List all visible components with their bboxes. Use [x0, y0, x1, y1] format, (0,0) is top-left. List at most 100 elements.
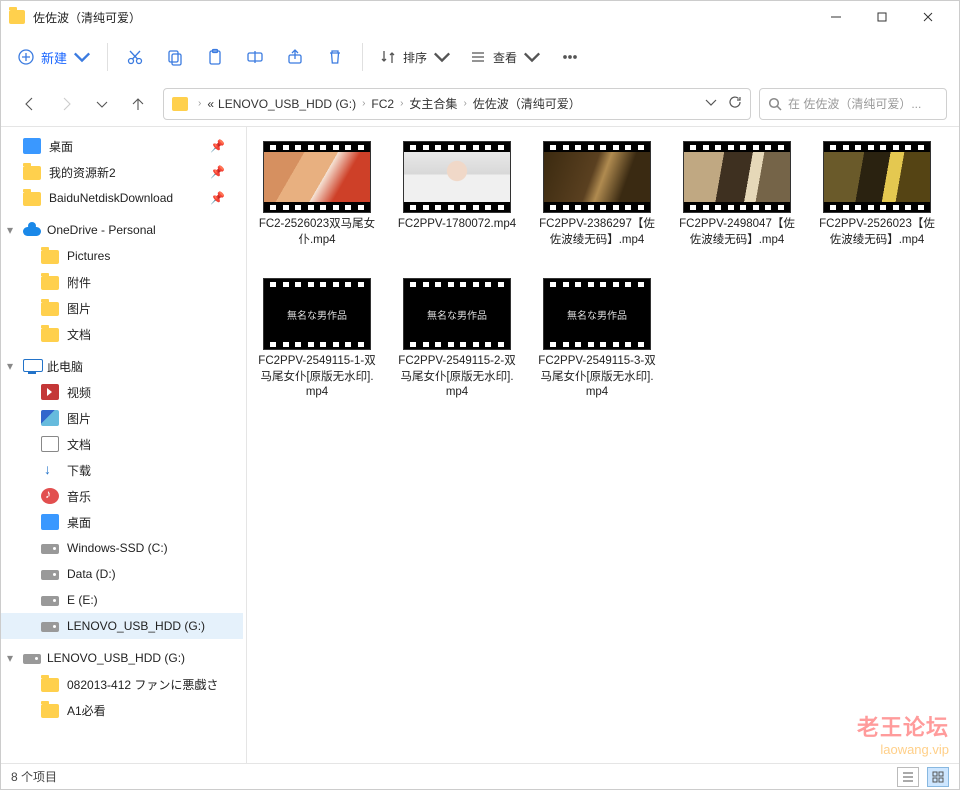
sidebar-item-label: BaiduNetdiskDownload — [49, 191, 173, 205]
sidebar-item[interactable]: 文档 — [1, 431, 243, 457]
file-item[interactable]: 無名な男作品FC2PPV-2549115-3-双马尾女仆[原版无水印].mp4 — [537, 278, 657, 401]
pin-icon: 📌 — [210, 139, 225, 153]
more-button[interactable] — [553, 40, 587, 74]
cloud-icon — [23, 222, 41, 238]
breadcrumb-sep: › — [461, 98, 468, 109]
file-item[interactable]: FC2PPV-2498047【佐佐波绫无码】.mp4 — [677, 141, 797, 248]
details-view-toggle[interactable] — [897, 767, 919, 787]
breadcrumb-item[interactable]: 女主合集 — [409, 95, 457, 112]
cut-button[interactable] — [118, 40, 152, 74]
sidebar-item[interactable]: 文档 — [1, 321, 243, 347]
doc-icon — [41, 436, 59, 452]
sidebar-item[interactable]: A1必看 — [1, 697, 243, 723]
sidebar-item[interactable]: BaiduNetdiskDownload📌 — [1, 185, 243, 211]
view-button[interactable]: 查看 — [463, 40, 547, 74]
file-item[interactable]: 無名な男作品FC2PPV-2549115-1-双马尾女仆[原版无水印].mp4 — [257, 278, 377, 401]
chevron-down-icon: ▾ — [7, 651, 17, 665]
pc-icon — [23, 358, 41, 374]
video-thumbnail — [543, 141, 651, 213]
sidebar-item-label: 文档 — [67, 436, 91, 453]
file-name: FC2PPV-2498047【佐佐波绫无码】.mp4 — [677, 217, 797, 248]
file-item[interactable]: FC2PPV-2526023【佐佐波绫无码】.mp4 — [817, 141, 937, 248]
address-bar[interactable]: › « LENOVO_USB_HDD (G:) › FC2 › 女主合集 › 佐… — [163, 88, 751, 120]
folder-icon — [23, 164, 41, 180]
forward-button[interactable] — [49, 87, 83, 121]
file-item[interactable]: 無名な男作品FC2PPV-2549115-2-双马尾女仆[原版无水印].mp4 — [397, 278, 517, 401]
chevron-down-icon — [523, 48, 541, 66]
divider — [107, 43, 108, 71]
thumbnails-view-toggle[interactable] — [927, 767, 949, 787]
sidebar-item[interactable]: 视频 — [1, 379, 243, 405]
paste-button[interactable] — [198, 40, 232, 74]
refresh-button[interactable] — [728, 95, 742, 112]
breadcrumb-sep: › — [196, 98, 203, 109]
search-input[interactable]: 在 佐佐波（清纯可爱）... — [759, 88, 947, 120]
sidebar-item[interactable]: Windows-SSD (C:) — [1, 535, 243, 561]
sidebar-item[interactable]: Pictures — [1, 243, 243, 269]
sidebar-item-label: Pictures — [67, 249, 110, 263]
sidebar-item[interactable]: 桌面 — [1, 509, 243, 535]
breadcrumb-root[interactable]: « — [207, 97, 214, 111]
sidebar-item[interactable]: 音乐 — [1, 483, 243, 509]
up-button[interactable] — [121, 87, 155, 121]
sidebar-item[interactable]: E (E:) — [1, 587, 243, 613]
sidebar-item[interactable]: 附件 — [1, 269, 243, 295]
search-placeholder: 在 佐佐波（清纯可爱）... — [788, 95, 921, 112]
folder-icon — [41, 702, 59, 718]
sidebar-group[interactable]: ▾OneDrive - Personal — [1, 217, 243, 243]
sidebar-item[interactable]: 桌面 📌 — [1, 133, 243, 159]
sidebar-item[interactable]: 图片 — [1, 405, 243, 431]
sidebar-item-label: 音乐 — [67, 488, 91, 505]
sidebar-item-label: 桌面 — [49, 138, 73, 155]
file-item[interactable]: FC2PPV-1780072.mp4 — [397, 141, 517, 248]
history-dropdown[interactable] — [704, 95, 718, 112]
drive-icon — [41, 592, 59, 608]
back-button[interactable] — [13, 87, 47, 121]
sidebar-item[interactable]: LENOVO_USB_HDD (G:) — [1, 613, 243, 639]
maximize-button[interactable] — [859, 1, 905, 33]
divider — [362, 43, 363, 71]
view-label: 查看 — [493, 49, 517, 66]
sidebar-item[interactable]: 图片 — [1, 295, 243, 321]
copy-button[interactable] — [158, 40, 192, 74]
titlebar: 佐佐波（清纯可爱） — [1, 1, 959, 33]
window-title: 佐佐波（清纯可爱） — [33, 9, 813, 26]
sidebar-item[interactable]: 下载 — [1, 457, 243, 483]
breadcrumb-item[interactable]: LENOVO_USB_HDD (G:) — [218, 97, 356, 111]
sidebar-item-label: 我的资源新2 — [49, 164, 116, 181]
close-button[interactable] — [905, 1, 951, 33]
sidebar-item[interactable]: 082013-412 ファンに悪戯さ — [1, 671, 243, 697]
breadcrumb-sep: › — [398, 98, 405, 109]
new-button[interactable]: 新建 — [11, 40, 97, 74]
rename-button[interactable] — [238, 40, 272, 74]
file-name: FC2PPV-2386297【佐佐波绫无码】.mp4 — [537, 217, 657, 248]
file-item[interactable]: FC2PPV-2386297【佐佐波绫无码】.mp4 — [537, 141, 657, 248]
desk-icon — [23, 138, 41, 154]
item-count: 8 个项目 — [11, 768, 57, 785]
sidebar-item-label: 文档 — [67, 326, 91, 343]
pin-icon: 📌 — [210, 165, 225, 179]
sidebar-item-label: E (E:) — [67, 593, 98, 607]
music-icon — [41, 488, 59, 504]
video-thumbnail — [823, 141, 931, 213]
sort-button[interactable]: 排序 — [373, 40, 457, 74]
chevron-down-icon: ▾ — [7, 359, 17, 373]
video-thumbnail: 無名な男作品 — [403, 278, 511, 350]
sidebar-item-label: 视频 — [67, 384, 91, 401]
file-item[interactable]: FC2-2526023双马尾女仆.mp4 — [257, 141, 377, 248]
sidebar-group[interactable]: ▾LENOVO_USB_HDD (G:) — [1, 645, 243, 671]
breadcrumb-item[interactable]: 佐佐波（清纯可爱） — [473, 95, 581, 112]
chevron-down-icon — [433, 48, 451, 66]
sort-label: 排序 — [403, 49, 427, 66]
recent-button[interactable] — [85, 87, 119, 121]
address-row: › « LENOVO_USB_HDD (G:) › FC2 › 女主合集 › 佐… — [1, 81, 959, 127]
delete-button[interactable] — [318, 40, 352, 74]
minimize-button[interactable] — [813, 1, 859, 33]
sidebar-group[interactable]: ▾此电脑 — [1, 353, 243, 379]
sidebar-item[interactable]: Data (D:) — [1, 561, 243, 587]
toolbar: 新建 排序 查看 — [1, 33, 959, 81]
video-thumbnail — [403, 141, 511, 213]
share-button[interactable] — [278, 40, 312, 74]
breadcrumb-item[interactable]: FC2 — [371, 97, 394, 111]
sidebar-item[interactable]: 我的资源新2 📌 — [1, 159, 243, 185]
